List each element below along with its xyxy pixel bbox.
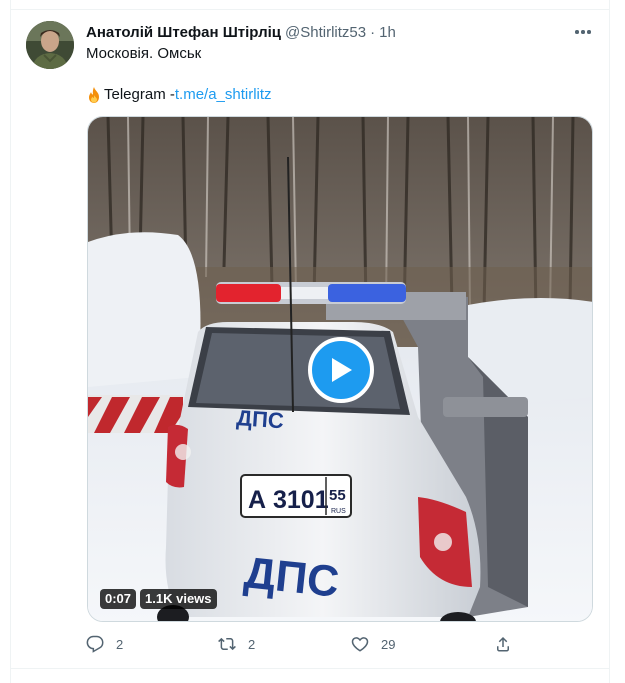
- share-icon: [497, 636, 509, 652]
- play-icon: [332, 358, 352, 382]
- top-divider: [11, 9, 609, 10]
- like-icon: [351, 637, 369, 652]
- more-icon[interactable]: [572, 22, 594, 42]
- reply-count: 2: [116, 636, 124, 652]
- plate-region: 55: [329, 487, 346, 504]
- display-name[interactable]: Анатолій Штефан Штірліц: [86, 24, 281, 41]
- telegram-link[interactable]: t.me/a_shtirlitz: [175, 85, 272, 105]
- telegram-line: Telegram - t.me/a_shtirlitz: [86, 85, 272, 105]
- tweet-actions: 2 2 29: [86, 632, 516, 656]
- user-handle[interactable]: @Shtirlitz53: [285, 24, 366, 41]
- retweet-count: 2: [248, 636, 256, 652]
- video-views: 1.1K views: [140, 589, 217, 609]
- retweet-icon: [218, 637, 236, 651]
- tweet-header: Анатолій Штефан Штірліц @Shtirlitz53 · 1…: [86, 22, 396, 42]
- reply-button[interactable]: 2: [86, 632, 123, 656]
- like-button[interactable]: 29: [351, 632, 395, 656]
- car-label-upper: ДПС: [236, 405, 285, 433]
- avatar[interactable]: [26, 21, 74, 69]
- retweet-button[interactable]: 2: [218, 632, 255, 656]
- video-duration: 0:07: [100, 589, 137, 609]
- play-button[interactable]: [308, 337, 374, 403]
- reply-icon: [86, 635, 104, 653]
- like-count: 29: [381, 636, 396, 652]
- share-button[interactable]: [494, 632, 512, 656]
- telegram-label: Telegram -: [104, 86, 175, 103]
- car-label: ДПС: [242, 548, 341, 607]
- video-badges: 0:07 1.1K views: [100, 589, 221, 609]
- plate-country: RUS: [331, 508, 346, 515]
- video-player[interactable]: А 3101 55 RUS ДПС ДПС 0:07 1.1K views: [87, 116, 593, 622]
- separator-dot: ·: [370, 23, 376, 41]
- plate-number: А 3101: [248, 486, 329, 514]
- bottom-divider: [11, 668, 609, 683]
- fire-icon: [89, 87, 99, 103]
- tweet-text: Московія. Омськ: [86, 45, 202, 62]
- tweet-time[interactable]: 1h: [379, 24, 396, 41]
